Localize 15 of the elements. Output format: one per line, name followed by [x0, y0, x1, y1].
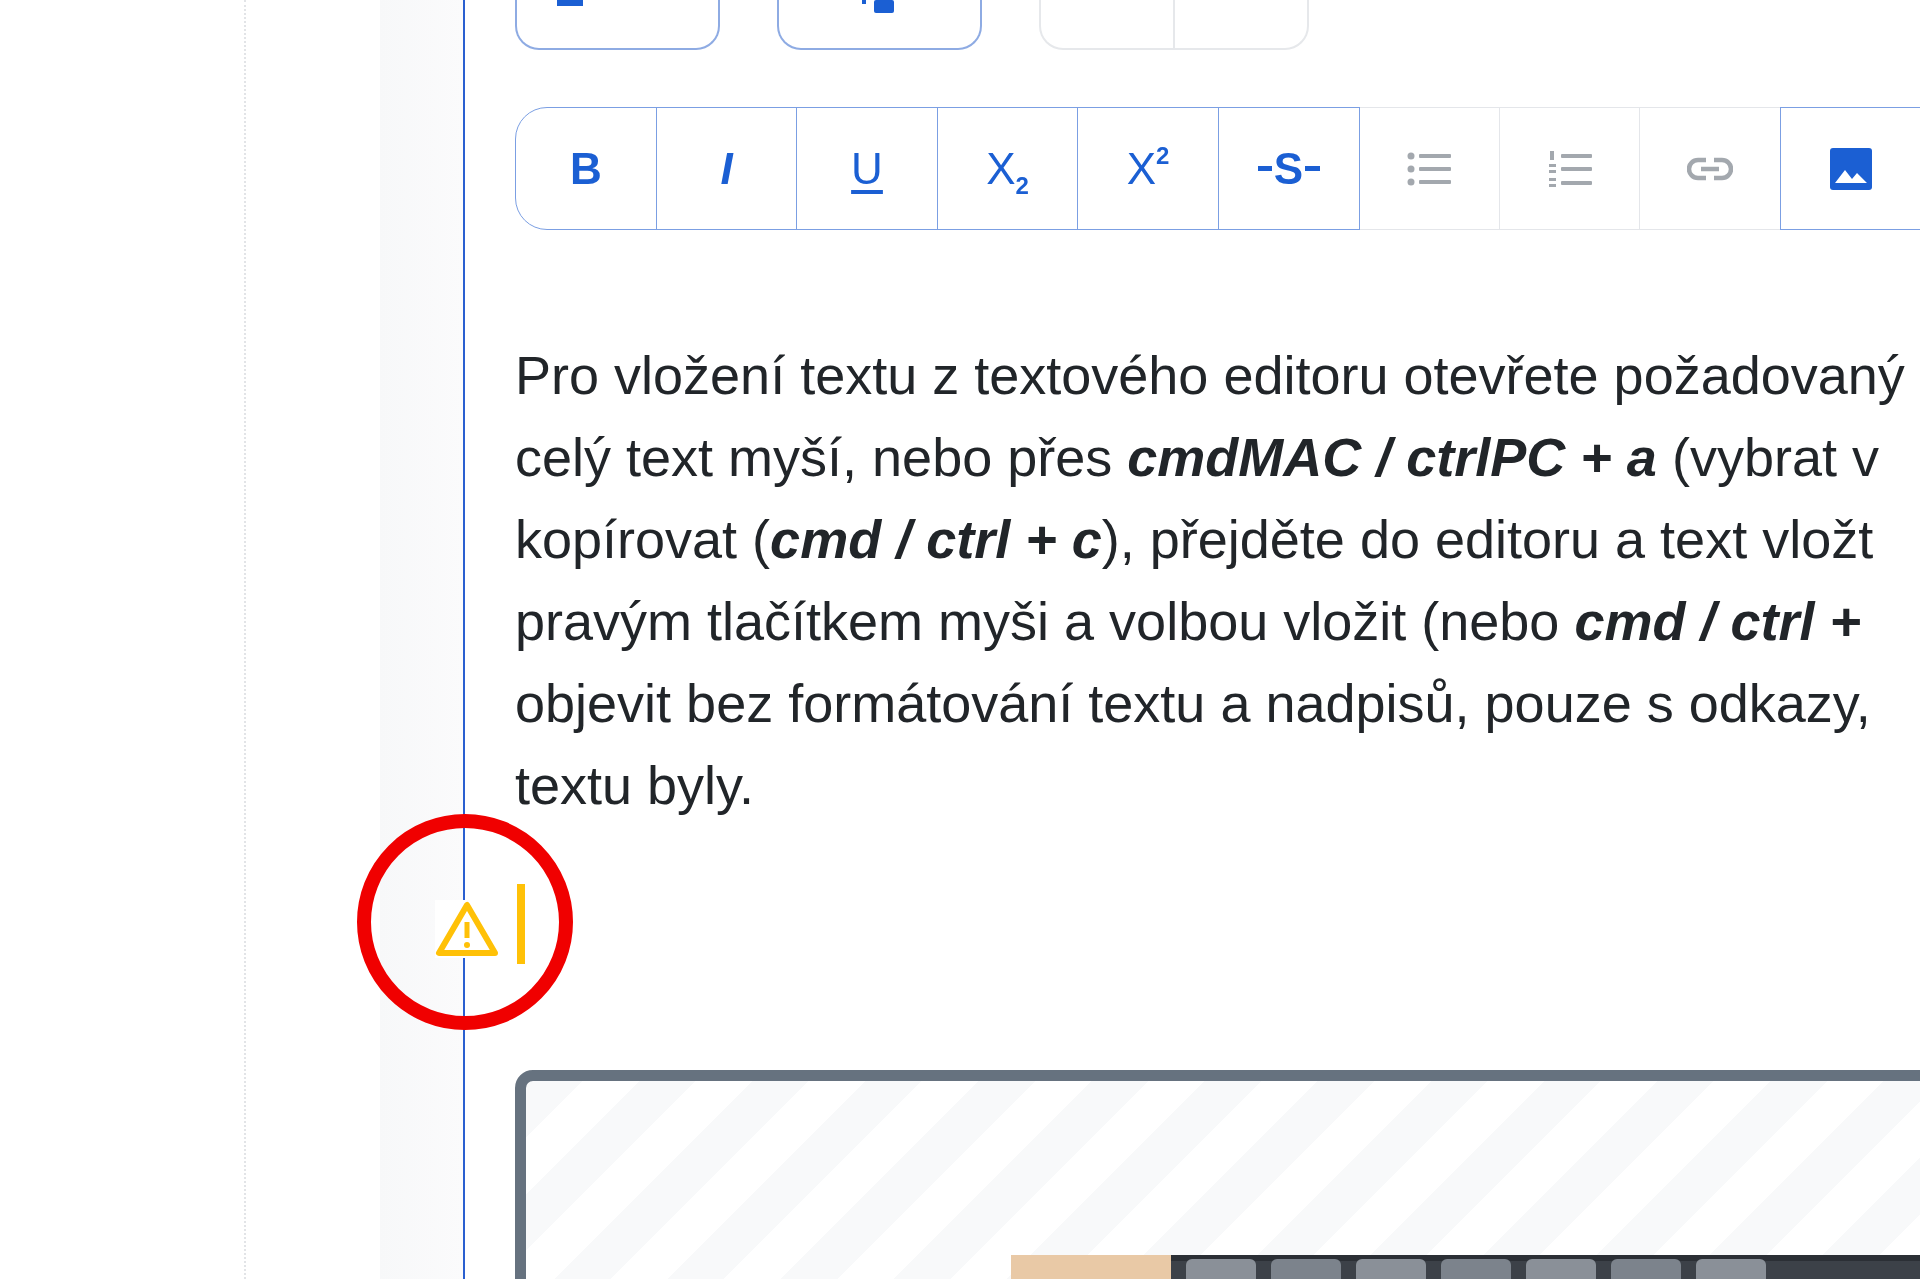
underline-button[interactable]: U	[796, 107, 938, 230]
bold-button[interactable]: B	[515, 107, 657, 230]
italic-button[interactable]: I	[655, 107, 798, 230]
toolbar-button[interactable]	[777, 0, 982, 50]
image-button[interactable]	[1779, 107, 1920, 230]
subscript-button[interactable]: X$_{2}$	[936, 107, 1079, 230]
numbered-list-icon	[1547, 149, 1592, 188]
body-paragraph: Pro vložení textu z textového editoru otevřete požadovaný celý text myší, nebo přes cmdMAC / ctrlPC + a (vybrat v kopírovat (cmd / ctrl + c), přejděte do editoru a text vložt pravým tlačítkem myši a volbou vložit (nebo cmd / ctrl + objevit bez formátování textu a nadpisů, pouze s odkazy, textu byly.	[515, 344, 1906, 817]
superscript-button[interactable]: X$^{2}$	[1077, 107, 1219, 230]
bar-icon	[557, 0, 583, 8]
bulleted-list-icon	[1407, 150, 1451, 187]
image-icon	[1829, 147, 1872, 190]
warning-icon	[435, 900, 499, 958]
strikethrough-button[interactable]: S	[1217, 107, 1360, 230]
link-icon	[1687, 155, 1733, 182]
